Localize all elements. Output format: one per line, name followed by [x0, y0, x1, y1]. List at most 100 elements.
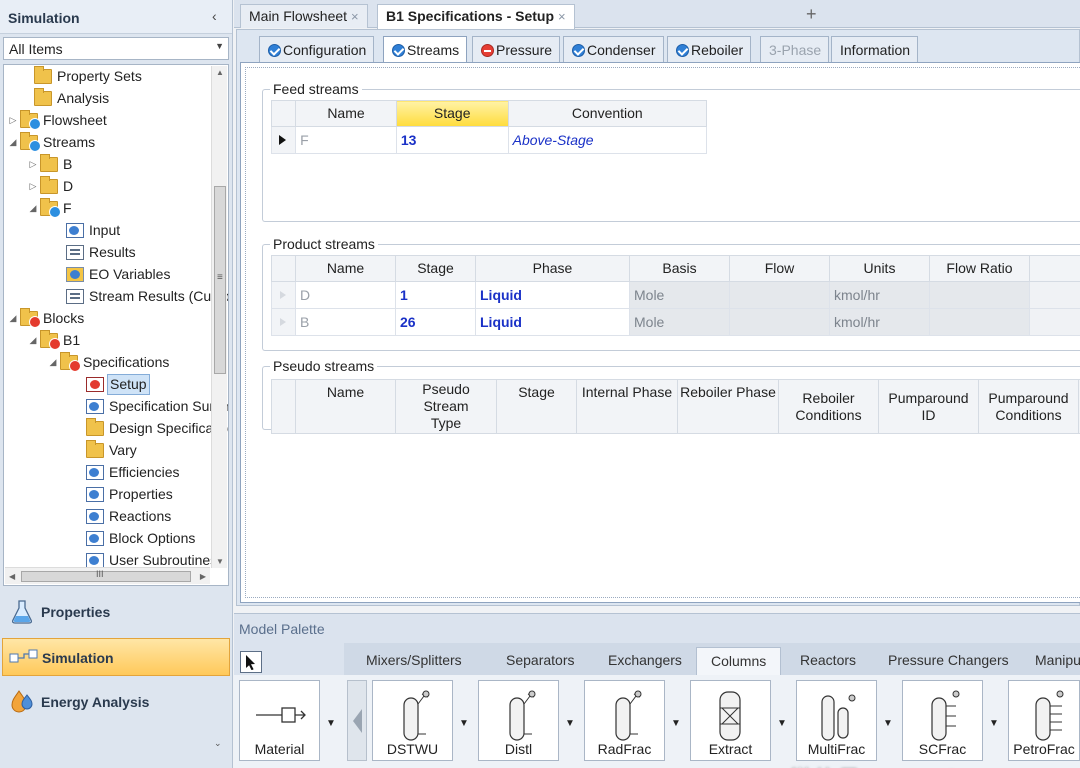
- column-header-flow[interactable]: Flow: [729, 255, 830, 282]
- scroll-left-icon[interactable]: ◀: [9, 572, 15, 581]
- tab-streams[interactable]: Streams: [383, 36, 468, 63]
- product-phase-cell[interactable]: Liquid: [475, 308, 630, 336]
- palette-item-multifrac[interactable]: MultiFrac: [796, 680, 877, 761]
- expand-icon[interactable]: ▷: [6, 109, 20, 131]
- column-header-name[interactable]: Name: [295, 379, 396, 434]
- doc-tab-main-flowsheet[interactable]: Main Flowsheet ×: [240, 4, 368, 28]
- palette-item-radfrac[interactable]: RadFrac: [584, 680, 665, 761]
- palette-item-distl[interactable]: Distl: [478, 680, 559, 761]
- collapse-icon[interactable]: ◢: [6, 307, 20, 329]
- palette-item-petrofrac[interactable]: PetroFrac: [1008, 680, 1080, 761]
- palette-tab-pressure-changers[interactable]: Pressure Changers: [888, 647, 1009, 675]
- feed-stage-cell[interactable]: 13: [395, 126, 509, 154]
- palette-tab-manipulators[interactable]: Manipulators: [1035, 647, 1080, 675]
- distl-dropdown-arrow-icon[interactable]: ▼: [565, 718, 575, 729]
- tree-horizontal-scrollbar[interactable]: ◀ III ▶: [5, 567, 210, 584]
- collapse-pane-button[interactable]: ‹: [212, 8, 217, 24]
- column-header-flow-ratio[interactable]: Flow Ratio: [929, 255, 1030, 282]
- scope-dropdown[interactable]: All Items ▼: [3, 37, 229, 60]
- tree-item-stream-results[interactable]: Stream Results (Custom): [66, 285, 228, 307]
- tree-item-specification-summary[interactable]: Specification Summary: [86, 395, 228, 417]
- collapse-icon[interactable]: ◢: [6, 131, 20, 153]
- row-indicator-icon[interactable]: [271, 308, 296, 336]
- palette-item-dstwu[interactable]: DSTWU: [372, 680, 453, 761]
- tree-item-specifications[interactable]: ◢ Specifications: [46, 351, 228, 373]
- palette-tab-reactors[interactable]: Reactors: [800, 647, 856, 675]
- table-row[interactable]: D 1 Liquid Mole kmol/hr: [271, 281, 1080, 309]
- column-header-pumparound-conditions[interactable]: Pumparound Conditions: [978, 379, 1079, 434]
- column-header-stage[interactable]: Stage: [496, 379, 577, 434]
- product-stage-cell[interactable]: 26: [395, 308, 476, 336]
- tree-item-streams[interactable]: ◢ Streams: [6, 131, 228, 153]
- tree-item-setup[interactable]: Setup: [86, 373, 228, 395]
- tree-item-analysis[interactable]: Analysis: [6, 87, 228, 109]
- column-header-pseudo-stream-type[interactable]: Pseudo Stream Type: [395, 379, 497, 434]
- tree-item-block-options[interactable]: Block Options: [86, 527, 228, 549]
- tab-condenser[interactable]: Condenser: [563, 36, 664, 62]
- tree-item-stream-b[interactable]: ▷ B: [26, 153, 228, 175]
- column-header-units[interactable]: Units: [829, 255, 930, 282]
- tree-item-stream-d[interactable]: ▷ D: [26, 175, 228, 197]
- scfrac-dropdown-arrow-icon[interactable]: ▼: [989, 718, 999, 729]
- column-header-name[interactable]: Name: [295, 255, 396, 282]
- table-row[interactable]: B 26 Liquid Mole kmol/hr: [271, 308, 1080, 336]
- dropdown-arrow-icon[interactable]: ▼: [215, 41, 224, 51]
- close-tab-icon[interactable]: ×: [351, 9, 359, 24]
- collapse-icon[interactable]: ◢: [46, 351, 60, 373]
- collapse-icon[interactable]: ◢: [26, 197, 40, 219]
- tab-information[interactable]: Information: [831, 36, 919, 62]
- feed-convention-cell[interactable]: Above-Stage: [507, 126, 708, 154]
- tab-3-phase[interactable]: 3-Phase: [760, 36, 830, 62]
- palette-tab-separators[interactable]: Separators: [506, 647, 574, 675]
- column-header-internal-phase[interactable]: Internal Phase: [576, 379, 678, 434]
- doc-tab-b1-specifications-setup[interactable]: B1 Specifications - Setup ×: [377, 4, 575, 29]
- new-tab-button[interactable]: +: [806, 4, 817, 24]
- palette-tab-exchangers[interactable]: Exchangers: [608, 647, 682, 675]
- tree-vertical-scrollbar[interactable]: ▲ ≡ ▼: [211, 66, 227, 568]
- palette-item-material[interactable]: Material: [239, 680, 320, 761]
- expand-icon[interactable]: ▷: [26, 175, 40, 197]
- scroll-up-icon[interactable]: ▲: [216, 68, 224, 77]
- nav-button-properties[interactable]: Properties: [0, 593, 232, 633]
- select-mode-button[interactable]: [240, 651, 262, 673]
- close-tab-icon[interactable]: ×: [558, 9, 566, 24]
- nav-button-energy-analysis[interactable]: Energy Analysis: [0, 683, 232, 723]
- more-buttons-icon[interactable]: ⌄: [214, 738, 222, 749]
- tree-item-design-specifications[interactable]: Design Specifications: [86, 417, 228, 439]
- tree-item-eo-variables[interactable]: EO Variables: [66, 263, 228, 285]
- product-stage-cell[interactable]: 1: [395, 281, 476, 309]
- row-indicator-icon[interactable]: [271, 281, 296, 309]
- radfrac-dropdown-arrow-icon[interactable]: ▼: [671, 718, 681, 729]
- palette-tab-mixers-splitters[interactable]: Mixers/Splitters: [366, 647, 462, 675]
- column-header-name[interactable]: Name: [295, 100, 397, 127]
- column-header-convention[interactable]: Convention: [507, 100, 708, 127]
- material-dropdown-arrow-icon[interactable]: ▼: [326, 718, 336, 729]
- column-header-basis[interactable]: Basis: [629, 255, 730, 282]
- tab-pressure[interactable]: Pressure: [472, 36, 561, 62]
- tab-configuration[interactable]: Configuration: [259, 36, 375, 62]
- nav-button-simulation[interactable]: Simulation: [2, 638, 230, 676]
- multifrac-dropdown-arrow-icon[interactable]: ▼: [883, 718, 893, 729]
- dstwu-dropdown-arrow-icon[interactable]: ▼: [459, 718, 469, 729]
- table-row[interactable]: F 13 Above-Stage: [270, 126, 708, 154]
- tree-item-stream-f[interactable]: ◢ F: [26, 197, 228, 219]
- column-header-reboiler-conditions[interactable]: Reboiler Conditions: [778, 379, 879, 434]
- tree-item-b1[interactable]: ◢ B1: [26, 329, 228, 351]
- tree-item-blocks[interactable]: ◢ Blocks: [6, 307, 228, 329]
- scrollbar-thumb[interactable]: ≡: [214, 186, 226, 374]
- tree-item-flowsheet[interactable]: ▷ Flowsheet: [6, 109, 228, 131]
- tree-item-reactions[interactable]: Reactions: [86, 505, 228, 527]
- expand-icon[interactable]: ▷: [26, 153, 40, 175]
- extract-dropdown-arrow-icon[interactable]: ▼: [777, 718, 787, 729]
- scroll-right-icon[interactable]: ▶: [200, 572, 206, 581]
- palette-tab-columns[interactable]: Columns: [696, 647, 782, 675]
- scroll-down-icon[interactable]: ▼: [216, 557, 224, 566]
- palette-item-extract[interactable]: Extract: [690, 680, 771, 761]
- palette-scroll-left-button[interactable]: [347, 680, 367, 761]
- palette-item-scfrac[interactable]: SCFrac: [902, 680, 983, 761]
- scrollbar-thumb[interactable]: III: [21, 569, 191, 582]
- tree-item-input[interactable]: Input: [66, 219, 228, 241]
- column-header-stage[interactable]: Stage: [395, 255, 476, 282]
- column-header-stage[interactable]: Stage: [395, 100, 509, 127]
- product-phase-cell[interactable]: Liquid: [475, 281, 630, 309]
